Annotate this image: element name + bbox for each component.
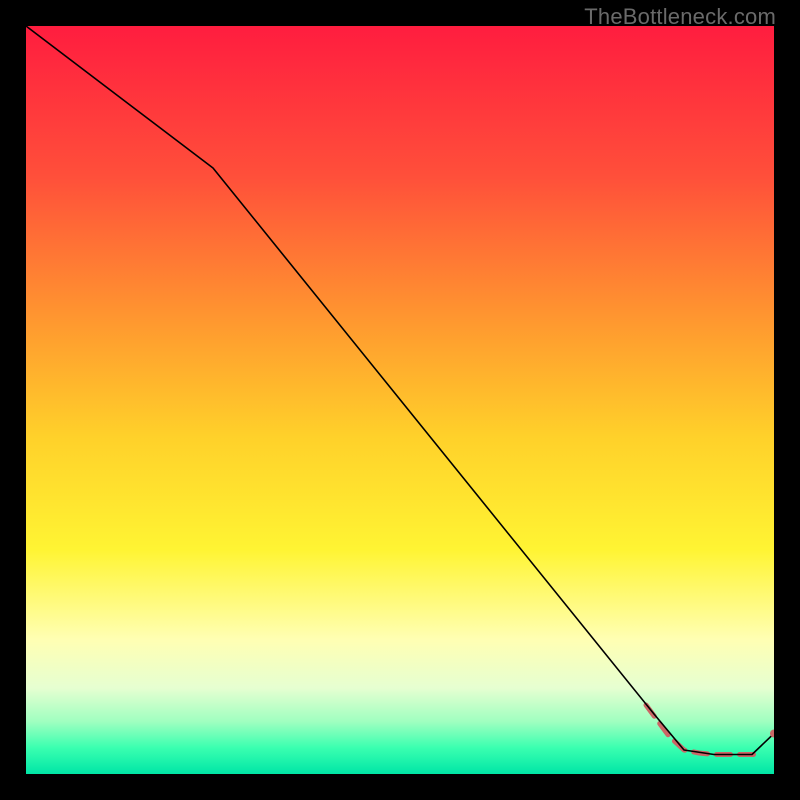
chart-svg	[26, 26, 774, 774]
watermark-text: TheBottleneck.com	[584, 4, 776, 30]
chart-plot-area	[26, 26, 774, 774]
chart-stage: TheBottleneck.com	[0, 0, 800, 800]
